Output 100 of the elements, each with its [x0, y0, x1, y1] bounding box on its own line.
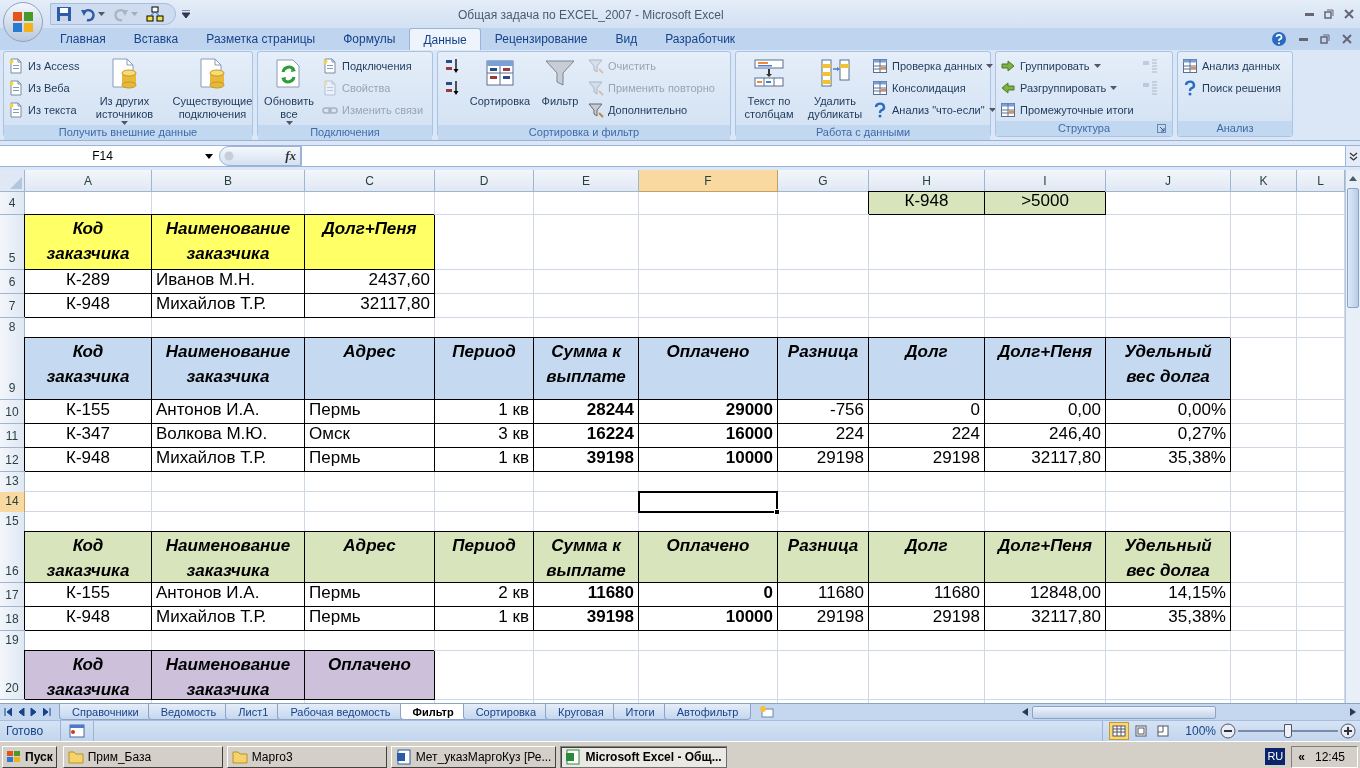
ribbon-button[interactable]: Из текста [8, 99, 80, 121]
view-button[interactable] [1109, 722, 1130, 740]
table-cell: 246,40 [985, 424, 1106, 448]
row-header[interactable]: 18 [0, 607, 25, 631]
fill-handle[interactable] [774, 509, 780, 515]
row-header[interactable]: 11 [0, 424, 25, 448]
tray-toggle[interactable]: « [1298, 747, 1305, 766]
vertical-scrollbar[interactable] [1345, 170, 1360, 703]
zoom-level[interactable]: 100% [1181, 722, 1220, 740]
column-header[interactable]: B [152, 170, 305, 192]
column-header[interactable]: I [985, 170, 1106, 192]
ribbon-button[interactable]: Поиск решения [1182, 77, 1281, 99]
row-header[interactable]: 12 [0, 448, 25, 472]
table-cell: 2437,60 [305, 270, 435, 294]
header-cell: Период [435, 338, 534, 400]
table-cell: 0 [869, 400, 985, 424]
scroll-thumb[interactable] [1032, 705, 1216, 719]
column-header[interactable]: J [1106, 170, 1231, 192]
column-header[interactable]: L [1297, 170, 1345, 192]
ribbon-tab[interactable]: Главная [46, 28, 120, 50]
ribbon-button[interactable]: Удалить дубликаты [804, 55, 866, 125]
row-header[interactable]: 15 [0, 512, 25, 533]
diagram-button[interactable] [143, 4, 167, 24]
slider-thumb[interactable] [1284, 724, 1292, 738]
ribbon-tab[interactable]: Данные [409, 28, 481, 50]
row-header[interactable]: 14 [0, 492, 25, 513]
function-button[interactable]: fx [285, 146, 296, 166]
ribbon-button[interactable]: Из Access [8, 55, 80, 77]
ribbon-button[interactable]: Проверка данных [872, 55, 996, 77]
dialog-launcher-icon[interactable] [1157, 124, 1166, 133]
diagram-icon [146, 6, 164, 22]
row-header[interactable]: 4 [0, 192, 25, 215]
column-header[interactable]: D [435, 170, 534, 192]
ribbon-button[interactable]: Фильтр [538, 55, 582, 125]
language-indicator[interactable]: RU [1265, 748, 1286, 765]
button-label: Промежуточные итоги [1020, 102, 1134, 118]
column-header[interactable]: C [305, 170, 435, 192]
ribbon-tab[interactable]: Рецензирование [480, 28, 602, 50]
ribbon-button[interactable]: Обновить все [262, 55, 316, 125]
row-header[interactable]: 13 [0, 472, 25, 493]
ribbon-button[interactable]: Существующие подключения [169, 55, 256, 125]
row-header[interactable]: 20 [0, 651, 25, 700]
ribbon-tab[interactable]: Вставка [119, 28, 193, 50]
row-header[interactable]: 6 [0, 270, 25, 294]
ribbon-tab[interactable]: Формулы [329, 28, 410, 50]
start-button[interactable]: Пуск [2, 745, 57, 768]
taskbar-button[interactable]: Марго3 [226, 745, 387, 768]
ribbon-button[interactable]: Дополнительно [588, 99, 715, 121]
row-header[interactable]: 16 [0, 532, 25, 583]
column-header[interactable]: A [25, 170, 152, 192]
caret-icon [98, 12, 105, 16]
ribbon-tab[interactable]: Вид [601, 28, 652, 50]
table-cell: 35,38% [1106, 448, 1231, 472]
arrow-icon [1000, 58, 1016, 74]
new-sheet-icon [759, 705, 776, 719]
button-label: Проверка данных [892, 58, 983, 74]
office-button[interactable] [3, 2, 43, 42]
table-cell: 28244 [534, 400, 639, 424]
row-header[interactable]: 17 [0, 583, 25, 607]
table-cell: К-948 [25, 607, 152, 631]
zoom-in-button[interactable] [1340, 723, 1356, 739]
column-header[interactable]: F [639, 170, 778, 192]
taskbar-button[interactable]: Мет_указМаргоКуз [Ре... [390, 745, 557, 768]
name-box[interactable]: F14 [0, 146, 205, 166]
selected-cell[interactable] [638, 491, 778, 513]
row-header[interactable]: 5 [0, 215, 25, 270]
ribbon-button[interactable]: Сортировка [468, 55, 532, 125]
ribbon-button[interactable]: Подключения [322, 55, 424, 77]
zoom-out-button[interactable] [1220, 723, 1236, 739]
column-header[interactable]: E [534, 170, 639, 192]
document-icon [8, 58, 24, 74]
zoom-slider[interactable] [1238, 723, 1338, 739]
scroll-thumb[interactable] [1347, 188, 1359, 308]
row-header[interactable]: 19 [0, 631, 25, 652]
ribbon-button[interactable]: Анализ "что-если" [872, 99, 996, 121]
row-header[interactable]: 10 [0, 400, 25, 424]
ribbon-tab[interactable]: Разработчик [651, 28, 750, 50]
row-header[interactable]: 9 [0, 338, 25, 400]
column-header[interactable]: K [1231, 170, 1297, 192]
ribbon-button[interactable]: Промежуточные итоги [1000, 99, 1134, 121]
column-header[interactable]: H [869, 170, 985, 192]
expand-button[interactable] [1345, 146, 1360, 166]
header-cell: Удельный вес долга [1106, 338, 1231, 400]
ribbon-button[interactable]: Анализ данных [1182, 55, 1281, 77]
ribbon-button[interactable]: Разгруппировать [1000, 77, 1134, 99]
header-cell: Долг+Пеня [985, 338, 1106, 400]
restore-icon [1324, 9, 1334, 19]
ribbon-button[interactable]: Текст по столбцам [740, 55, 798, 125]
row-header[interactable]: 8 [0, 318, 25, 339]
ribbon-button[interactable]: Из Веба [8, 77, 80, 99]
taskbar-button[interactable]: Прим_База [62, 745, 223, 768]
right-arrow-icon [1350, 708, 1356, 716]
taskbar-button[interactable]: Microsoft Excel - Общ... [560, 745, 727, 768]
ribbon-button[interactable]: Из других источников [85, 55, 164, 125]
column-header[interactable]: G [778, 170, 869, 192]
row-header[interactable]: 7 [0, 294, 25, 318]
sheet-tab[interactable]: Автофильтр [663, 704, 752, 720]
ribbon-tab[interactable]: Разметка страницы [192, 28, 330, 50]
ribbon-button[interactable]: Консолидация [872, 77, 996, 99]
ribbon-button[interactable]: Группировать [1000, 55, 1134, 77]
